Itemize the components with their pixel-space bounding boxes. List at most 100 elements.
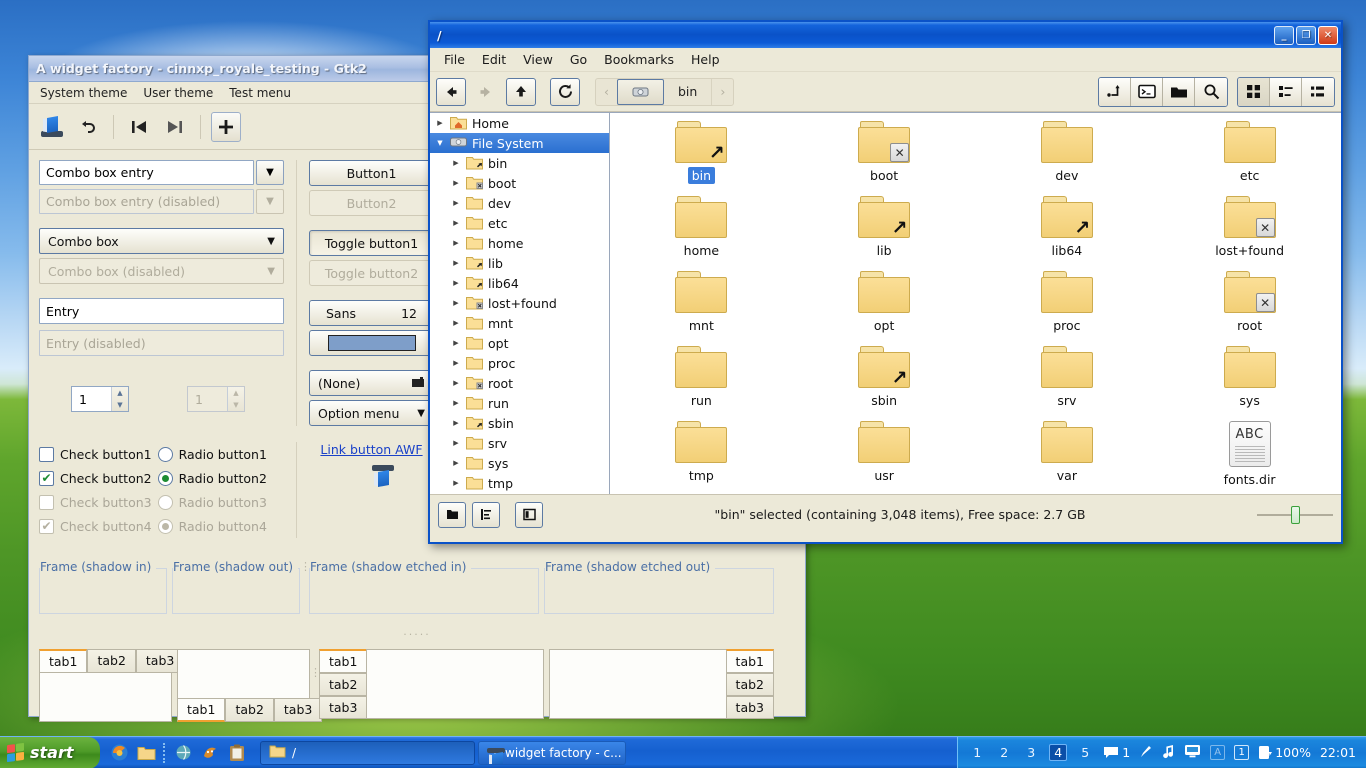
- chevron-right-icon[interactable]: ▶: [450, 299, 462, 307]
- chevron-right-icon[interactable]: ▶: [450, 239, 462, 247]
- workspace-1[interactable]: 1: [968, 745, 986, 760]
- show-tree-icon[interactable]: [472, 502, 500, 528]
- file-item[interactable]: run: [610, 346, 793, 421]
- spin-arrows[interactable]: ▲▼: [111, 387, 128, 411]
- file-manager-toolbar[interactable]: ‹ bin ›: [430, 72, 1341, 112]
- tab-1[interactable]: tab1: [177, 698, 225, 722]
- terminal-icon[interactable]: [1131, 78, 1163, 106]
- new-folder-icon[interactable]: [1163, 78, 1195, 106]
- file-item[interactable]: ✕boot: [793, 121, 976, 196]
- chevron-right-icon[interactable]: ▶: [450, 219, 462, 227]
- workspace-3[interactable]: 3: [1022, 745, 1040, 760]
- tree-item-etc[interactable]: ▶etc: [430, 213, 609, 233]
- spin-down-icon[interactable]: ▼: [112, 399, 128, 411]
- back-icon[interactable]: [436, 78, 466, 106]
- file-item[interactable]: proc: [976, 271, 1159, 346]
- tree-item-run[interactable]: ▶run: [430, 393, 609, 413]
- chevron-right-icon[interactable]: ▶: [450, 459, 462, 467]
- spin-up-icon[interactable]: ▲: [112, 387, 128, 399]
- link-button-awf[interactable]: Link button AWF: [320, 442, 422, 457]
- file-manager-titlebar[interactable]: / _ ❐ ✕: [430, 22, 1341, 48]
- tree-item-boot[interactable]: ▶boot: [430, 173, 609, 193]
- check-button2[interactable]: ✔: [39, 471, 54, 486]
- window-controls[interactable]: _ ❐ ✕: [1274, 26, 1338, 45]
- chevron-right-icon[interactable]: ▶: [450, 439, 462, 447]
- color-button[interactable]: [309, 330, 434, 356]
- taskbar[interactable]: start /: [0, 736, 1366, 768]
- chevron-right-icon[interactable]: ▶: [450, 259, 462, 267]
- file-item[interactable]: ✕lost+found: [1158, 196, 1341, 271]
- tree-item-proc[interactable]: ▶proc: [430, 353, 609, 373]
- menu-test-menu[interactable]: Test menu: [222, 83, 298, 103]
- system-tray[interactable]: 1 2 3 4 5 1 A 1 100% 22:01: [957, 737, 1366, 768]
- pane-handle[interactable]: ⋮: [300, 560, 309, 614]
- reload-icon[interactable]: [550, 78, 580, 106]
- breadcrumb-drive-icon[interactable]: [617, 79, 664, 105]
- option-menu[interactable]: Option menu ▼: [309, 400, 434, 426]
- chevron-right-icon[interactable]: ▶: [450, 199, 462, 207]
- clock[interactable]: 22:01: [1320, 745, 1356, 760]
- workspace-2[interactable]: 2: [995, 745, 1013, 760]
- up-icon[interactable]: [506, 78, 536, 106]
- tree-item-dev[interactable]: ▶dev: [430, 193, 609, 213]
- pane-handle-horizontal[interactable]: ·····: [39, 628, 795, 641]
- start-button[interactable]: start: [0, 737, 100, 768]
- spin-button[interactable]: 1 ▲▼: [71, 386, 129, 412]
- toolbar-right-group[interactable]: [1098, 77, 1335, 107]
- file-item[interactable]: opt: [793, 271, 976, 346]
- chevron-right-icon[interactable]: ▶: [450, 319, 462, 327]
- chevron-right-icon[interactable]: ▶: [434, 119, 446, 127]
- tab-1[interactable]: tab1: [39, 649, 87, 673]
- tree-item-home[interactable]: ▶Home: [430, 113, 609, 133]
- menu-system-theme[interactable]: System theme: [33, 83, 134, 103]
- chevron-right-icon[interactable]: ▶: [450, 479, 462, 487]
- tree-item-home[interactable]: ▶home: [430, 233, 609, 253]
- file-item[interactable]: var: [976, 421, 1159, 496]
- file-item[interactable]: sys: [1158, 346, 1341, 421]
- file-manager-statusbar[interactable]: "bin" selected (containing 3,048 items),…: [430, 494, 1341, 534]
- file-item[interactable]: ↗bin: [610, 121, 793, 196]
- gimp-icon[interactable]: [200, 743, 220, 763]
- action-tool-group[interactable]: [1098, 77, 1228, 107]
- task-button-widget-factory[interactable]: A widget factory - c...: [478, 741, 626, 765]
- combo-box[interactable]: Combo box ▼: [39, 228, 284, 254]
- minimize-button[interactable]: _: [1274, 26, 1294, 45]
- file-item[interactable]: srv: [976, 346, 1159, 421]
- show-extra-pane-icon[interactable]: [515, 502, 543, 528]
- file-item[interactable]: mnt: [610, 271, 793, 346]
- radio-button1[interactable]: [158, 447, 173, 462]
- button1[interactable]: Button1: [309, 160, 434, 186]
- quick-launch-bar[interactable]: [100, 737, 256, 768]
- folder-icon[interactable]: [136, 743, 156, 763]
- file-item[interactable]: dev: [976, 121, 1159, 196]
- combo-box-entry-field[interactable]: Combo box entry: [39, 160, 254, 185]
- show-places-icon[interactable]: [438, 502, 466, 528]
- file-item[interactable]: tmp: [610, 421, 793, 496]
- search-icon[interactable]: [1195, 78, 1227, 106]
- chevron-right-icon[interactable]: ▶: [450, 419, 462, 427]
- file-manager-window[interactable]: / _ ❐ ✕ File Edit View Go Bookmarks Help: [428, 20, 1343, 544]
- menu-file[interactable]: File: [436, 48, 473, 71]
- firefox-icon[interactable]: [109, 743, 129, 763]
- add-icon[interactable]: [211, 112, 241, 142]
- goto-first-icon[interactable]: [124, 112, 154, 142]
- chevron-right-icon[interactable]: ▶: [450, 279, 462, 287]
- breadcrumb-prev[interactable]: ‹: [596, 79, 617, 105]
- sidebar-tree[interactable]: ▶Home▼File System▶bin▶boot▶dev▶etc▶home▶…: [430, 112, 610, 494]
- tree-item-file-system[interactable]: ▼File System: [430, 133, 609, 153]
- workspace-badge-icon[interactable]: 1: [1234, 745, 1249, 760]
- clipboard-icon[interactable]: [227, 743, 247, 763]
- list-view-icon[interactable]: [1302, 78, 1334, 106]
- menu-view[interactable]: View: [515, 48, 561, 71]
- battery-icon[interactable]: 100%: [1258, 745, 1311, 760]
- tab-3[interactable]: tab3: [319, 696, 367, 719]
- undo-icon[interactable]: [73, 112, 103, 142]
- gtk-logo-icon[interactable]: [37, 112, 67, 142]
- tab-1[interactable]: tab1: [319, 649, 367, 673]
- file-item[interactable]: ABCfonts.dir: [1158, 421, 1341, 496]
- file-chooser-button[interactable]: (None): [309, 370, 434, 396]
- file-item[interactable]: ✕root: [1158, 271, 1341, 346]
- radio-button2[interactable]: [158, 471, 173, 486]
- icon-view[interactable]: ↗bin✕bootdevetchome↗lib↗lib64✕lost+found…: [610, 112, 1341, 494]
- menu-help[interactable]: Help: [683, 48, 728, 71]
